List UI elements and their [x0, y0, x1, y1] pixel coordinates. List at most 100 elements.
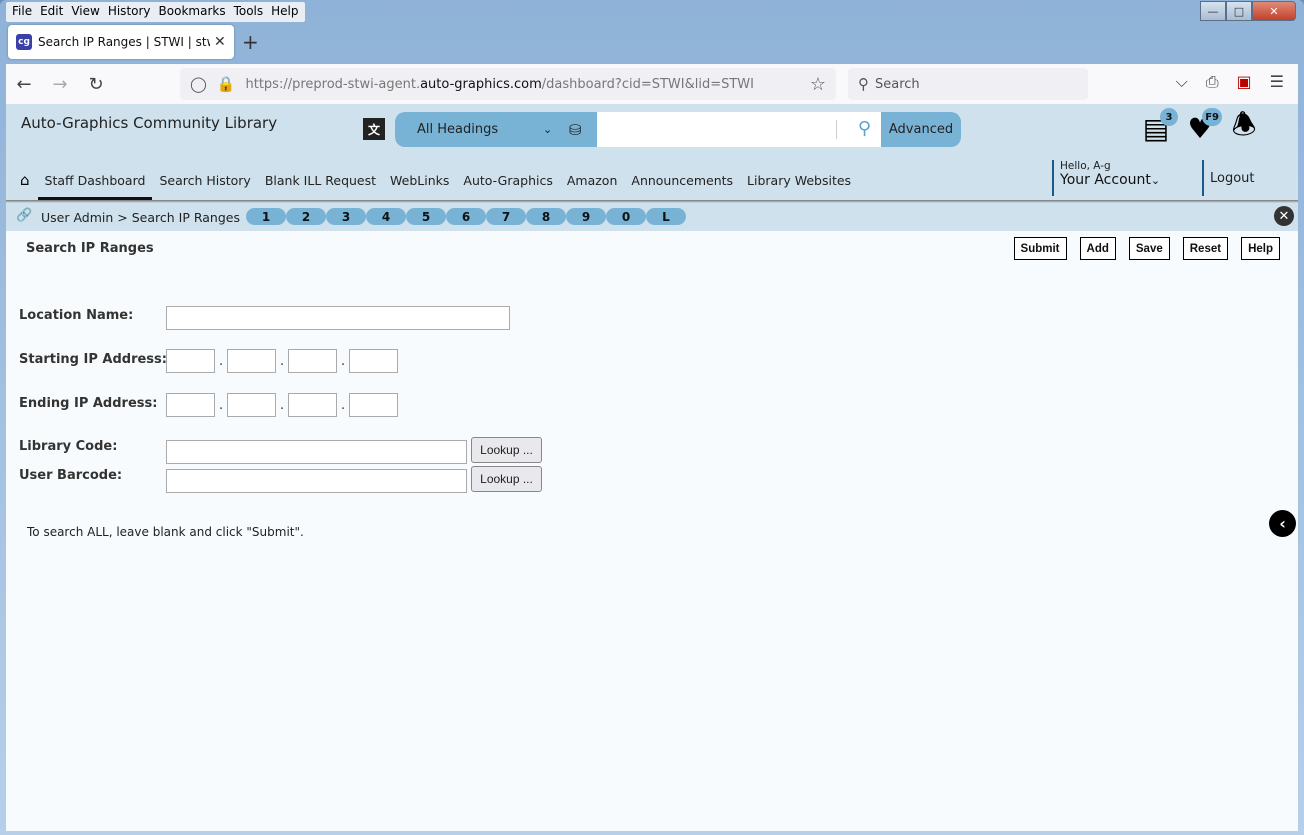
- forward-icon[interactable]: →: [42, 74, 78, 95]
- quick-key[interactable]: 5: [406, 208, 446, 225]
- nav-amazon[interactable]: Amazon: [560, 164, 625, 196]
- advanced-search-button[interactable]: Advanced: [881, 112, 961, 147]
- add-button[interactable]: Add: [1079, 237, 1116, 260]
- tab-close-icon[interactable]: ✕: [214, 34, 226, 50]
- user-barcode-lookup-button[interactable]: Lookup ...: [471, 466, 542, 492]
- location-name-input[interactable]: [166, 306, 510, 330]
- reload-icon[interactable]: ↻: [78, 74, 114, 95]
- nav-toolbar: ← → ↻ ◯ 🔒 https://preprod-stwi-agent.aut…: [6, 64, 1298, 104]
- ip-dot: .: [219, 398, 224, 413]
- menu-bar: File Edit View History Bookmarks Tools H…: [6, 2, 305, 22]
- site-favicon-icon: cg: [16, 34, 32, 50]
- lock-icon[interactable]: 🔒: [217, 75, 236, 93]
- starting-ip-octet-1[interactable]: [166, 349, 215, 373]
- maximize-button[interactable]: □: [1226, 1, 1252, 21]
- starting-ip-octet-2[interactable]: [227, 349, 276, 373]
- search-icon[interactable]: ⚲: [858, 118, 871, 139]
- nav-blank-ill-request[interactable]: Blank ILL Request: [258, 164, 383, 196]
- browser-window: File Edit View History Bookmarks Tools H…: [0, 0, 1304, 835]
- search-placeholder: Search: [875, 76, 920, 92]
- help-button[interactable]: Help: [1241, 237, 1280, 260]
- page-title: Search IP Ranges: [26, 241, 154, 256]
- minimize-button[interactable]: —: [1200, 1, 1226, 21]
- search-icon: ⚲: [858, 75, 869, 93]
- quick-key[interactable]: 3: [326, 208, 366, 225]
- chevron-left-icon[interactable]: ‹: [1269, 510, 1296, 537]
- quick-key[interactable]: 1: [246, 208, 286, 225]
- quick-key[interactable]: 6: [446, 208, 486, 225]
- menu-tools[interactable]: Tools: [230, 2, 268, 22]
- nav-auto-graphics[interactable]: Auto-Graphics: [456, 164, 559, 196]
- browser-search-input[interactable]: ⚲ Search: [848, 68, 1088, 100]
- chevron-down-icon: ⌄: [543, 123, 553, 136]
- browser-tab[interactable]: cg Search IP Ranges | STWI | stwi | A ✕: [8, 25, 234, 59]
- user-barcode-input[interactable]: [166, 469, 467, 493]
- breadcrumb: User Admin > Search IP Ranges: [41, 210, 240, 225]
- translate-icon[interactable]: 文: [363, 118, 385, 140]
- library-code-lookup-button[interactable]: Lookup ...: [471, 437, 542, 463]
- submit-button[interactable]: Submit: [1013, 237, 1067, 260]
- user-barcode-label: User Barcode:: [19, 468, 123, 483]
- database-icon[interactable]: ⛁: [569, 121, 582, 139]
- quick-key[interactable]: 4: [366, 208, 406, 225]
- quick-key[interactable]: 9: [566, 208, 606, 225]
- account-menu[interactable]: Hello, A-g Your Account⌄: [1052, 160, 1160, 196]
- ending-ip-octet-2[interactable]: [227, 393, 276, 417]
- nav-announcements[interactable]: Announcements: [624, 164, 740, 196]
- bookmark-star-icon[interactable]: ☆: [810, 74, 826, 95]
- quick-key[interactable]: 7: [486, 208, 526, 225]
- menu-view[interactable]: View: [67, 2, 103, 22]
- menu-file[interactable]: File: [8, 2, 36, 22]
- nav-staff-dashboard[interactable]: Staff Dashboard: [37, 164, 153, 200]
- nav-search-history[interactable]: Search History: [152, 164, 257, 196]
- quick-key[interactable]: 8: [526, 208, 566, 225]
- print-icon[interactable]: ⎙: [1206, 72, 1219, 92]
- account-label: Your Account: [1060, 172, 1151, 188]
- close-panel-icon[interactable]: ✕: [1274, 206, 1294, 226]
- divider: [836, 120, 837, 139]
- search-scope-value: All Headings: [417, 122, 499, 137]
- menu-help[interactable]: Help: [267, 2, 302, 22]
- starting-ip-octet-3[interactable]: [288, 349, 337, 373]
- ip-dot: .: [280, 398, 285, 413]
- catalog-search-input[interactable]: ⚲: [597, 112, 881, 147]
- nav-weblinks[interactable]: WebLinks: [383, 164, 456, 196]
- shield-icon[interactable]: ◯: [190, 75, 207, 93]
- ending-ip-octet-1[interactable]: [166, 393, 215, 417]
- ending-ip-octet-3[interactable]: [288, 393, 337, 417]
- url-bar[interactable]: ◯ 🔒 https://preprod-stwi-agent.auto-grap…: [180, 68, 836, 100]
- back-icon[interactable]: ←: [6, 74, 42, 95]
- starting-ip-octet-4[interactable]: [349, 349, 398, 373]
- hamburger-menu-icon[interactable]: ☰: [1270, 72, 1284, 92]
- quick-key[interactable]: 0: [606, 208, 646, 225]
- save-button[interactable]: Save: [1128, 237, 1170, 260]
- menu-edit[interactable]: Edit: [36, 2, 67, 22]
- toolbar-icons: ⌵ ⎙ ▣ ☰: [1176, 72, 1284, 92]
- tab-title: Search IP Ranges | STWI | stwi | A: [38, 35, 210, 49]
- location-name-label: Location Name:: [19, 308, 134, 323]
- bell-icon[interactable]: 🕭: [1226, 108, 1262, 146]
- ending-ip-octet-4[interactable]: [349, 393, 398, 417]
- search-scope-select[interactable]: All Headings ⌄ ⛁: [395, 112, 597, 147]
- list-icon[interactable]: ▤ 3: [1138, 108, 1178, 146]
- quick-key[interactable]: 2: [286, 208, 326, 225]
- library-code-input[interactable]: [166, 440, 467, 464]
- extension-icon[interactable]: ▣: [1237, 72, 1252, 92]
- heart-icon[interactable]: ♥ F9: [1182, 108, 1222, 146]
- new-tab-icon[interactable]: +: [242, 30, 259, 54]
- home-icon[interactable]: ⌂: [20, 171, 30, 189]
- reset-button[interactable]: Reset: [1182, 237, 1229, 260]
- ip-dot: .: [341, 398, 346, 413]
- url-text[interactable]: https://preprod-stwi-agent.auto-graphics…: [245, 77, 809, 92]
- quick-key[interactable]: L: [646, 208, 686, 225]
- window-close-button[interactable]: ✕: [1252, 1, 1296, 21]
- logout-link[interactable]: Logout: [1202, 160, 1255, 196]
- ip-dot: .: [219, 354, 224, 369]
- pocket-icon[interactable]: ⌵: [1176, 72, 1188, 92]
- nav-library-websites[interactable]: Library Websites: [740, 164, 858, 196]
- catalog-search: All Headings ⌄ ⛁ ⚲ Advanced: [395, 112, 961, 147]
- link-icon: 🔗: [16, 208, 33, 223]
- menu-history[interactable]: History: [104, 2, 155, 22]
- quick-key-pills: 1 2 3 4 5 6 7 8 9 0 L: [246, 208, 686, 225]
- menu-bookmarks[interactable]: Bookmarks: [155, 2, 230, 22]
